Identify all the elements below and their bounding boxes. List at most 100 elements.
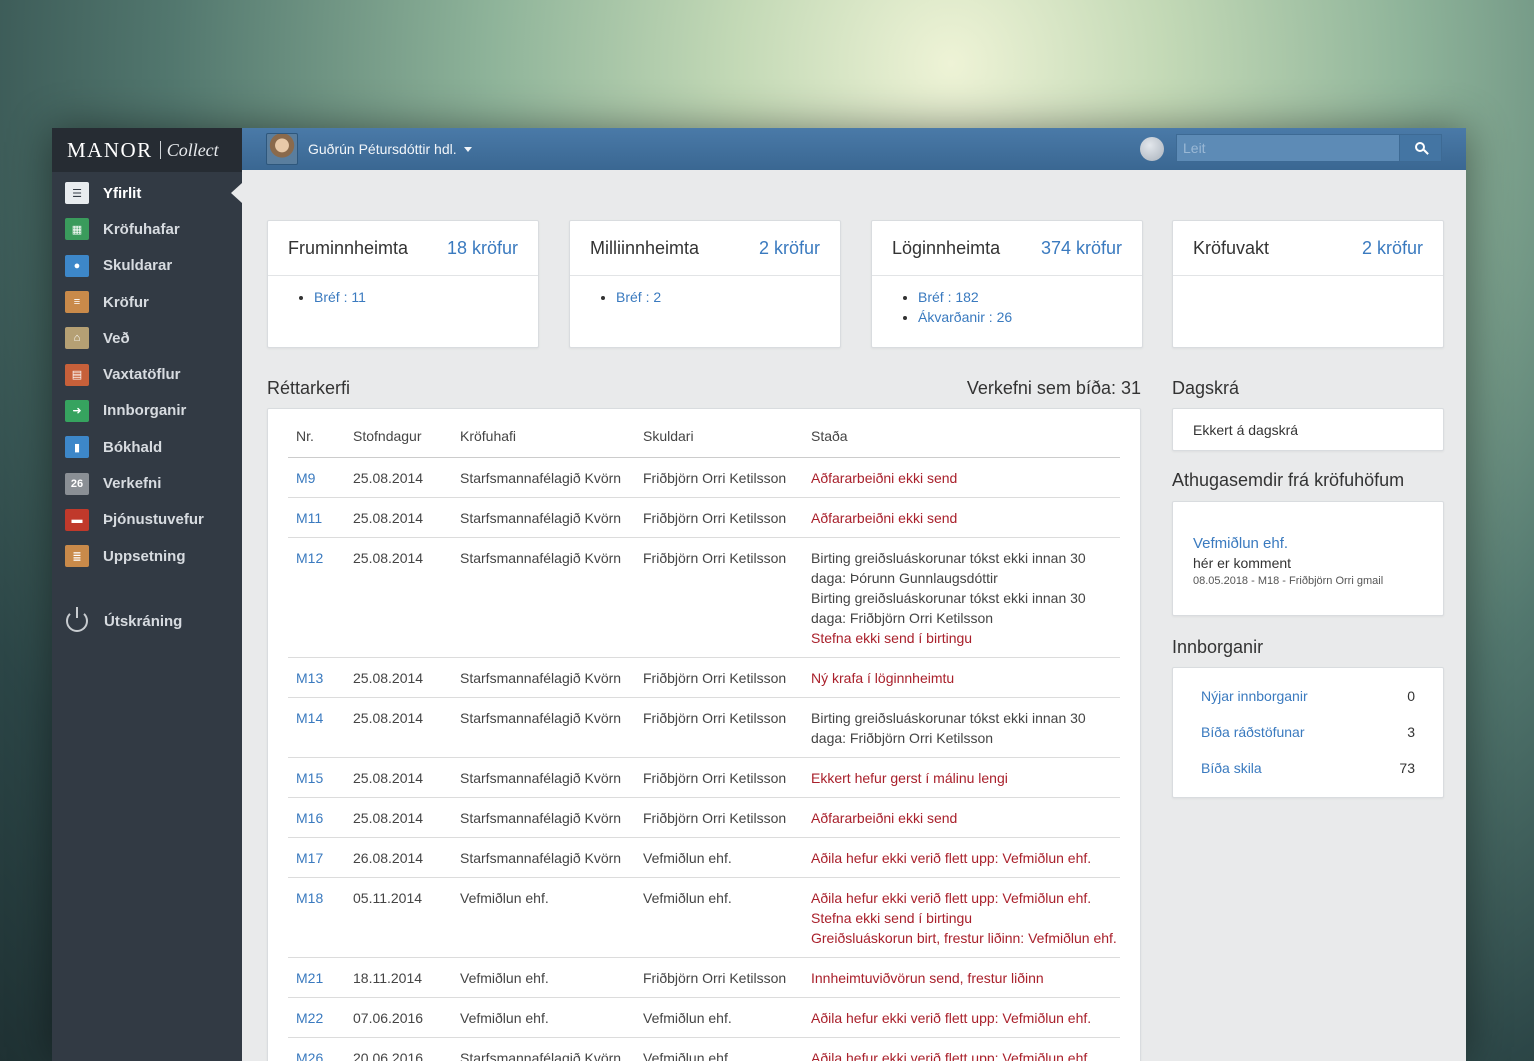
arrow-right-icon: ➜ bbox=[65, 399, 89, 422]
status-line: Aðfararbeiðni ekki send bbox=[811, 809, 958, 826]
case-date: 25.08.2014 bbox=[345, 657, 452, 698]
col-stada[interactable]: Staða bbox=[803, 415, 1120, 458]
case-status: Aðila hefur ekki verið flett upp: Vefmið… bbox=[803, 1037, 1120, 1061]
case-number-link[interactable]: M17 bbox=[288, 837, 345, 878]
summary-card-0: Fruminnheimta 18 kröfur Bréf : 11 bbox=[267, 220, 539, 348]
case-creditor: Starfsmannafélagið Kvörn bbox=[452, 657, 635, 698]
case-number-link[interactable]: M15 bbox=[288, 757, 345, 798]
sidebar-item-8[interactable]: 26 Verkefni bbox=[52, 465, 242, 501]
case-status: Aðfararbeiðni ekki send bbox=[803, 797, 1120, 838]
dagskra-title: Dagskrá bbox=[1172, 378, 1240, 398]
case-creditor: Starfsmannafélagið Kvörn bbox=[452, 537, 635, 658]
case-debtor: Vefmiðlun ehf. bbox=[635, 1037, 803, 1061]
sidebar-item-0[interactable]: ☰ Yfirlit bbox=[52, 175, 242, 211]
case-number-link[interactable]: M14 bbox=[288, 697, 345, 758]
case-date: 25.08.2014 bbox=[345, 797, 452, 838]
sidebar-item-10[interactable]: ≣ Uppsetning bbox=[52, 538, 242, 574]
col-stofndagur[interactable]: Stofndagur bbox=[345, 415, 452, 458]
col-skuldari[interactable]: Skuldari bbox=[635, 415, 803, 458]
card-header: Löginnheimta 374 kröfur bbox=[872, 221, 1142, 276]
sidebar-item-4[interactable]: ⌂ Veð bbox=[52, 320, 242, 356]
case-debtor: Friðbjörn Orri Ketilsson bbox=[635, 797, 803, 838]
case-status: Aðfararbeiðni ekki send bbox=[803, 457, 1120, 498]
table-row[interactable]: M13 25.08.2014 Starfsmannafélagið Kvörn Fri… bbox=[288, 657, 1120, 698]
case-number-link[interactable]: M18 bbox=[288, 877, 345, 958]
sidebar-item-label: Veð bbox=[103, 329, 130, 347]
payment-link[interactable]: Bíða skila bbox=[1201, 760, 1262, 776]
table-row[interactable]: M22 07.06.2016 Vefmiðlun ehf. Vefmiðlun ehf… bbox=[288, 997, 1120, 1038]
case-number-link[interactable]: M13 bbox=[288, 657, 345, 698]
card-count[interactable]: 374 kröfur bbox=[1041, 238, 1122, 259]
case-debtor: Friðbjörn Orri Ketilsson bbox=[635, 537, 803, 658]
case-date: 26.08.2014 bbox=[345, 837, 452, 878]
case-creditor: Starfsmannafélagið Kvörn bbox=[452, 837, 635, 878]
search-box bbox=[1176, 134, 1442, 162]
comment-meta: 08.05.2018 - M18 - Friðbjörn Orri gmail bbox=[1193, 575, 1384, 587]
card-list-item[interactable]: Bréf : 2 bbox=[616, 287, 840, 307]
sidebar-item-2[interactable]: ● Skuldarar bbox=[52, 248, 242, 284]
case-creditor: Vefmiðlun ehf. bbox=[452, 997, 635, 1038]
payment-row: Bíða ráðstöfunar 3 bbox=[1173, 714, 1443, 750]
status-line: Aðfararbeiðni ekki send bbox=[811, 469, 958, 486]
case-number-link[interactable]: M12 bbox=[288, 537, 345, 658]
card-count[interactable]: 2 kröfur bbox=[759, 238, 820, 259]
search-button[interactable] bbox=[1400, 134, 1442, 162]
sidebar-item-7[interactable]: ▮ Bókhald bbox=[52, 429, 242, 465]
card-count[interactable]: 18 kröfur bbox=[447, 238, 518, 259]
table-row[interactable]: M14 25.08.2014 Starfsmannafélagið Kvörn Fri… bbox=[288, 697, 1120, 758]
case-number-link[interactable]: M9 bbox=[288, 457, 345, 498]
case-debtor: Vefmiðlun ehf. bbox=[635, 877, 803, 958]
card-list-item[interactable]: Bréf : 11 bbox=[314, 287, 538, 307]
table-row[interactable]: M26 20.06.2016 Starfsmannafélagið Kvörn Vef… bbox=[288, 1037, 1120, 1061]
logo[interactable]: MANOR Collect bbox=[52, 128, 242, 172]
status-indicator[interactable] bbox=[1140, 137, 1164, 161]
card-list-item[interactable]: Bréf : 182 bbox=[918, 287, 1142, 307]
sidebar-item-label: Uppsetning bbox=[103, 547, 186, 565]
sidebar-item-5[interactable]: ▤ Vaxtatöflur bbox=[52, 356, 242, 392]
card-list-item[interactable]: Ákvarðanir : 26 bbox=[918, 307, 1142, 327]
case-number-link[interactable]: M26 bbox=[288, 1037, 345, 1061]
athugasemdir-title: Athugasemdir frá kröfuhöfum bbox=[1172, 470, 1405, 490]
comment-author[interactable]: Vefmiðlun ehf. bbox=[1193, 535, 1443, 552]
case-debtor: Friðbjörn Orri Ketilsson bbox=[635, 957, 803, 998]
innborganir-title: Innborganir bbox=[1172, 637, 1264, 657]
col-nr[interactable]: Nr. bbox=[288, 415, 345, 458]
logo-brand: MANOR bbox=[67, 137, 153, 162]
card-count[interactable]: 2 kröfur bbox=[1362, 238, 1423, 259]
logout-button[interactable]: Útskráning bbox=[52, 603, 242, 639]
search-input[interactable] bbox=[1176, 134, 1400, 162]
pending-tasks: Verkefni sem bíða: 31 bbox=[966, 378, 1141, 398]
case-number-link[interactable]: M22 bbox=[288, 997, 345, 1038]
table-row[interactable]: M21 18.11.2014 Vefmiðlun ehf. Friðbjörn Orr… bbox=[288, 957, 1120, 998]
case-creditor: Starfsmannafélagið Kvörn bbox=[452, 697, 635, 758]
sidebar-item-label: Verkefni bbox=[103, 475, 162, 493]
rettarkerfi-table-card: Nr. Stofndagur Kröfuhafi Skuldari Staða … bbox=[267, 408, 1141, 1061]
case-status: Aðila hefur ekki verið flett upp: Vefmið… bbox=[803, 997, 1120, 1038]
avatar[interactable] bbox=[266, 133, 298, 165]
case-number-link[interactable]: M16 bbox=[288, 797, 345, 838]
table-row[interactable]: M11 25.08.2014 Starfsmannafélagið Kvörn Fri… bbox=[288, 497, 1120, 538]
col-krofuhafi[interactable]: Kröfuhafi bbox=[452, 415, 635, 458]
status-line: Innheimtuviðvörun send, frestur liðinn bbox=[811, 969, 1044, 986]
table-row[interactable]: M9 25.08.2014 Starfsmannafélagið Kvörn Frið… bbox=[288, 457, 1120, 498]
bank-icon: ⌂ bbox=[65, 327, 89, 350]
user-menu[interactable]: Guðrún Pétursdóttir hdl. bbox=[308, 141, 472, 157]
table-row[interactable]: M16 25.08.2014 Starfsmannafélagið Kvörn Fri… bbox=[288, 797, 1120, 838]
case-debtor: Friðbjörn Orri Ketilsson bbox=[635, 657, 803, 698]
case-number-link[interactable]: M21 bbox=[288, 957, 345, 998]
calculator-icon: ▤ bbox=[65, 363, 89, 386]
payment-link[interactable]: Bíða ráðstöfunar bbox=[1201, 724, 1305, 740]
sidebar-item-1[interactable]: ▦ Kröfuhafar bbox=[52, 211, 242, 247]
table-row[interactable]: M15 25.08.2014 Starfsmannafélagið Kvörn Fri… bbox=[288, 757, 1120, 798]
table-row[interactable]: M17 26.08.2014 Starfsmannafélagið Kvörn Vef… bbox=[288, 837, 1120, 878]
status-line: Aðila hefur ekki verið flett upp: Vefmið… bbox=[811, 1049, 1092, 1061]
settings-doc-icon: ≣ bbox=[65, 545, 89, 568]
sidebar-item-9[interactable]: ▬ Þjónustuvefur bbox=[52, 502, 242, 538]
sidebar-item-6[interactable]: ➜ Innborganir bbox=[52, 393, 242, 429]
case-creditor: Starfsmannafélagið Kvörn bbox=[452, 797, 635, 838]
sidebar-item-3[interactable]: ≡ Kröfur bbox=[52, 284, 242, 320]
table-row[interactable]: M12 25.08.2014 Starfsmannafélagið Kvörn Fri… bbox=[288, 537, 1120, 658]
case-number-link[interactable]: M11 bbox=[288, 497, 345, 538]
payment-link[interactable]: Nýjar innborganir bbox=[1201, 688, 1308, 704]
table-row[interactable]: M18 05.11.2014 Vefmiðlun ehf. Vefmiðlun ehf… bbox=[288, 877, 1120, 958]
